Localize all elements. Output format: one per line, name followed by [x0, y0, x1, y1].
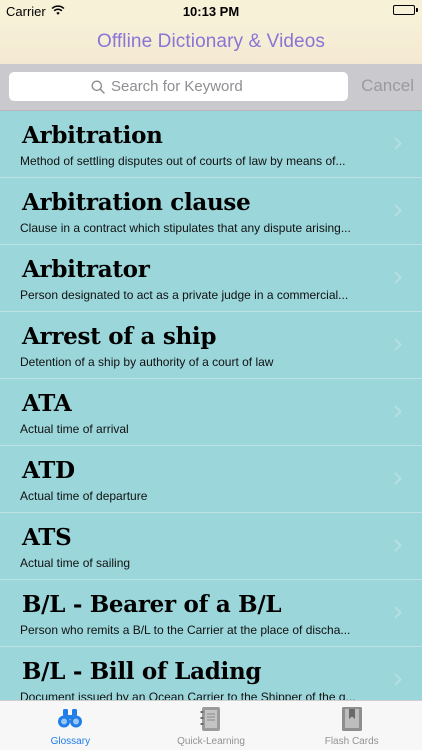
search-input[interactable]	[111, 78, 266, 95]
chevron-right-icon	[394, 472, 402, 485]
entry-term: ATD	[22, 457, 75, 484]
list-item[interactable]: ATS Actual time of sailing	[0, 513, 422, 580]
glossary-list[interactable]: Arbitration Method of settling disputes …	[0, 111, 422, 700]
tab-flash-cards[interactable]: Flash Cards	[281, 701, 422, 750]
search-field[interactable]	[9, 72, 348, 101]
status-bar: Carrier 10:13 PM	[0, 0, 422, 22]
chevron-right-icon	[394, 338, 402, 351]
chevron-right-icon	[394, 271, 402, 284]
tab-bar: Glossary Quick-Learning Flash Cards	[0, 700, 422, 750]
entry-definition: Detention of a ship by authority of a co…	[20, 355, 274, 369]
entry-term: B/L - Bill of Lading	[22, 658, 262, 685]
entry-definition: Person designated to act as a private ju…	[20, 288, 349, 302]
status-time: 10:13 PM	[182, 4, 240, 19]
bookmark-book-icon	[341, 707, 362, 731]
page-title: Offline Dictionary & Videos	[96, 31, 325, 52]
entry-definition: Document issued by an Ocean Carrier to t…	[20, 690, 356, 700]
list-item[interactable]: Arbitrator Person designated to act as a…	[0, 245, 422, 312]
battery-icon	[393, 5, 418, 15]
chevron-right-icon	[394, 204, 402, 217]
navigation-bar: Offline Dictionary & Videos	[0, 22, 422, 64]
list-item[interactable]: Arbitration Method of settling disputes …	[0, 111, 422, 178]
search-icon	[91, 80, 105, 94]
entry-definition: Method of settling disputes out of court…	[20, 154, 346, 168]
entry-definition: Clause in a contract which stipulates th…	[20, 221, 351, 235]
entry-term: ATS	[22, 524, 72, 551]
list-item[interactable]: B/L - Bearer of a B/L Person who remits …	[0, 580, 422, 647]
tab-quick-learning[interactable]: Quick-Learning	[141, 701, 282, 750]
search-bar: Cancel	[0, 64, 422, 111]
list-item[interactable]: Arrest of a ship Detention of a ship by …	[0, 312, 422, 379]
entry-definition: Actual time of departure	[20, 489, 148, 503]
entry-term: B/L - Bearer of a B/L	[22, 591, 282, 618]
tab-label: Quick-Learning	[177, 736, 245, 747]
binoculars-icon	[58, 709, 83, 728]
cancel-button[interactable]: Cancel	[361, 76, 414, 96]
tab-glossary[interactable]: Glossary	[0, 701, 141, 750]
entry-definition: Person who remits a B/L to the Carrier a…	[20, 623, 351, 637]
entry-term: Arrest of a ship	[22, 323, 217, 350]
tab-label: Flash Cards	[324, 736, 379, 747]
list-item[interactable]: ATA Actual time of arrival	[0, 379, 422, 446]
chevron-right-icon	[394, 539, 402, 552]
chevron-right-icon	[394, 606, 402, 619]
list-item[interactable]: B/L - Bill of Lading Document issued by …	[0, 647, 422, 700]
list-item[interactable]: ATD Actual time of departure	[0, 446, 422, 513]
chevron-right-icon	[394, 673, 402, 686]
chevron-right-icon	[394, 137, 402, 150]
tab-label: Glossary	[50, 736, 91, 747]
entry-term: Arbitration	[22, 122, 163, 149]
entry-definition: Actual time of sailing	[20, 556, 131, 570]
entry-term: ATA	[22, 390, 72, 417]
entry-term: Arbitration clause	[22, 189, 251, 216]
entry-term: Arbitrator	[22, 256, 150, 283]
chevron-right-icon	[394, 405, 402, 418]
entry-definition: Actual time of arrival	[20, 422, 129, 436]
list-item[interactable]: Arbitration clause Clause in a contract …	[0, 178, 422, 245]
notebook-icon	[200, 707, 220, 731]
